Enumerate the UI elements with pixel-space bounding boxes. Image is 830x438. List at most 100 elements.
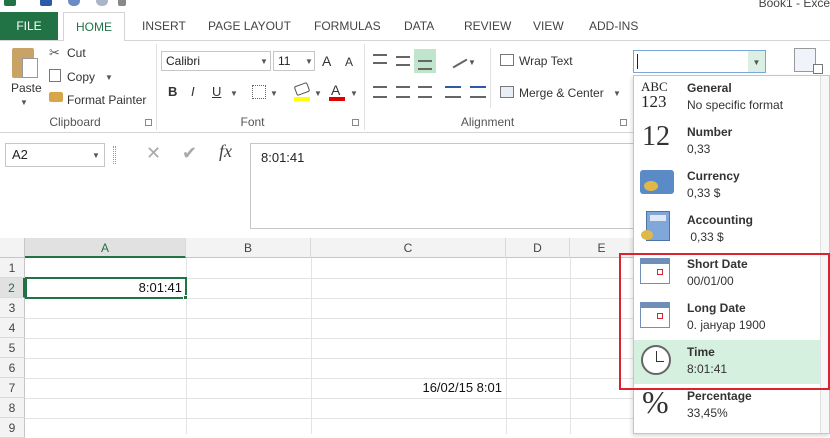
accounting-icon (641, 211, 670, 241)
insert-function-icon[interactable]: fx (219, 141, 232, 162)
orientation-dropdown-icon[interactable]: ▼ (468, 58, 476, 67)
column-header-c[interactable]: C (311, 238, 506, 258)
tab-insert[interactable]: INSERT (140, 12, 188, 40)
row-header-3[interactable]: 3 (0, 298, 25, 318)
row-header-6[interactable]: 6 (0, 358, 25, 378)
row-header-4[interactable]: 4 (0, 318, 25, 338)
calculator-display-icon (650, 215, 666, 221)
enter-icon[interactable]: ✔ (182, 143, 197, 164)
underline-button[interactable]: U (212, 84, 221, 99)
shrink-font-button[interactable]: A (345, 55, 353, 69)
cell-c7[interactable]: 16/02/15 8:01 (311, 378, 505, 398)
paste-dropdown-icon[interactable]: ▼ (20, 98, 28, 107)
paste-button[interactable] (10, 46, 40, 80)
name-box-dropdown-icon[interactable]: ▼ (92, 151, 100, 160)
column-header-d[interactable]: D (506, 238, 570, 258)
font-name-dropdown-icon[interactable]: ▼ (260, 57, 268, 66)
gridline (25, 358, 635, 359)
tab-data[interactable]: DATA (402, 12, 436, 40)
font-name-value: Calibri (166, 54, 201, 68)
gridline (506, 258, 507, 434)
formula-bar-grip[interactable] (113, 146, 116, 164)
number-12-icon: 12 (642, 121, 670, 152)
font-size-dropdown-icon[interactable]: ▼ (305, 57, 313, 66)
increase-indent-icon[interactable] (470, 86, 486, 98)
gridline (25, 398, 635, 399)
gridline (25, 418, 635, 419)
row-header-8[interactable]: 8 (0, 398, 25, 418)
fill-handle[interactable] (183, 295, 188, 300)
font-color-swatch (329, 97, 345, 101)
copy-button[interactable]: Copy (67, 70, 95, 84)
copy-dropdown-icon[interactable]: ▼ (105, 73, 113, 82)
merge-dropdown-icon[interactable]: ▼ (613, 89, 621, 98)
gridline (25, 318, 635, 319)
cell-a2[interactable]: 8:01:41 (25, 277, 187, 299)
grow-font-button[interactable]: A (322, 53, 331, 69)
wrap-text-button[interactable]: Wrap Text (519, 54, 573, 68)
redo-icon[interactable] (96, 0, 108, 6)
decrease-indent-icon[interactable] (445, 86, 461, 98)
tab-file[interactable]: FILE (0, 12, 58, 40)
font-color-icon[interactable]: A (331, 82, 340, 98)
formula-input[interactable]: 8:01:41 (250, 143, 640, 229)
borders-dropdown-icon[interactable]: ▼ (270, 89, 278, 98)
align-center-icon[interactable] (396, 86, 410, 98)
text-cursor (637, 54, 638, 69)
undo-icon[interactable] (68, 0, 80, 6)
format-example: 0,33 (687, 142, 711, 156)
number-format-select[interactable] (633, 50, 766, 73)
format-example: 33,45% (687, 406, 728, 420)
wrap-text-icon (500, 54, 514, 66)
tab-review[interactable]: REVIEW (462, 12, 513, 40)
tab-view[interactable]: VIEW (531, 12, 566, 40)
fill-color-dropdown-icon[interactable]: ▼ (314, 89, 322, 98)
column-header-b[interactable]: B (186, 238, 311, 258)
number-format-dropdown-button[interactable]: ▼ (748, 51, 765, 72)
row-header-2[interactable]: 2 (0, 278, 25, 298)
title-bar: Book1 - Exce (0, 0, 830, 12)
format-name: Number (687, 125, 733, 139)
align-left-icon[interactable] (373, 86, 387, 98)
tab-home[interactable]: HOME (63, 12, 125, 41)
customize-quick-access-icon[interactable] (118, 0, 126, 6)
excel-app-icon (4, 0, 16, 6)
currency-icon (640, 170, 674, 194)
merge-center-button[interactable]: Merge & Center (519, 86, 604, 100)
font-name-select[interactable]: Calibri (161, 51, 271, 71)
gridline (25, 338, 635, 339)
borders-icon[interactable] (252, 85, 266, 99)
row-header-5[interactable]: 5 (0, 338, 25, 358)
save-icon[interactable] (40, 0, 52, 6)
alignment-group-label: Alignment (460, 115, 515, 129)
tab-formulas[interactable]: FORMULAS (312, 12, 383, 40)
group-separator (156, 44, 157, 130)
align-top-icon[interactable] (373, 54, 387, 64)
group-separator (490, 48, 491, 108)
tab-add-ins[interactable]: ADD-INS (587, 12, 640, 40)
format-painter-button[interactable]: Format Painter (67, 93, 146, 107)
align-middle-icon[interactable] (396, 56, 410, 66)
format-as-table-icon[interactable] (813, 64, 823, 74)
cancel-icon[interactable]: ✕ (146, 143, 161, 164)
alignment-launcher-icon[interactable] (620, 119, 627, 126)
name-box[interactable]: A2 (5, 143, 105, 167)
underline-dropdown-icon[interactable]: ▼ (230, 89, 238, 98)
row-header-9[interactable]: 9 (0, 418, 25, 438)
row-header-7[interactable]: 7 (0, 378, 25, 398)
tab-page-layout[interactable]: PAGE LAYOUT (206, 12, 293, 40)
format-example: No specific format (687, 98, 784, 112)
italic-button[interactable]: I (191, 84, 195, 99)
font-group-label: Font (240, 115, 265, 129)
cut-button[interactable]: Cut (67, 46, 86, 60)
column-header-a[interactable]: A (25, 238, 186, 258)
row-header-1[interactable]: 1 (0, 258, 25, 278)
font-launcher-icon[interactable] (352, 119, 359, 126)
select-all-button[interactable] (0, 238, 25, 258)
bold-button[interactable]: B (168, 84, 177, 99)
align-right-icon[interactable] (418, 86, 432, 98)
clipboard-launcher-icon[interactable] (145, 119, 152, 126)
annotation-highlight-box (619, 253, 830, 390)
font-color-dropdown-icon[interactable]: ▼ (350, 89, 358, 98)
paste-label[interactable]: Paste (11, 81, 42, 95)
